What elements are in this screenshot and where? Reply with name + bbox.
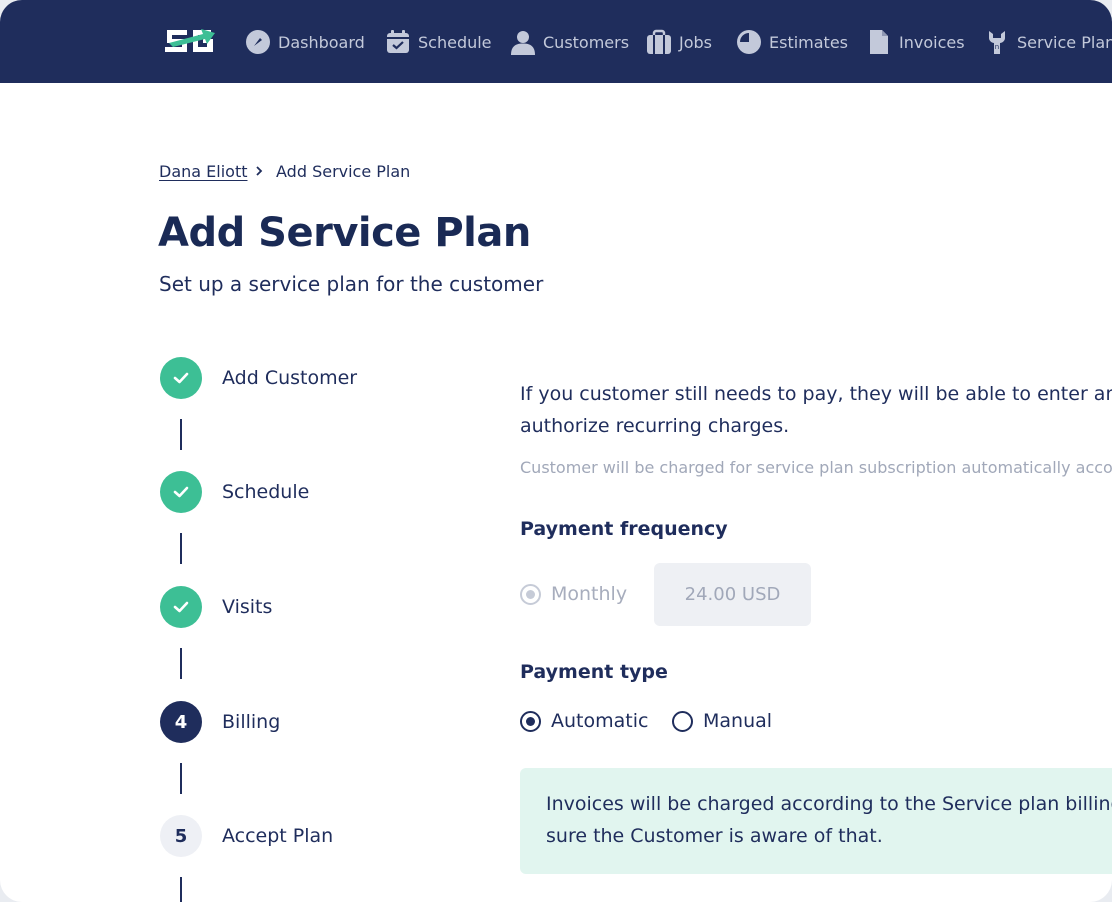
payment-frequency-title: Payment frequency — [520, 518, 728, 540]
step-number-badge: 4 — [160, 701, 202, 743]
step-label: Accept Plan — [222, 825, 334, 847]
nav-label-dashboard: Dashboard — [278, 32, 365, 52]
wrench-icon: n — [989, 31, 1005, 54]
billing-note: Customer will be charged for service pla… — [520, 458, 1112, 477]
nav-label-customers: Customers — [543, 32, 630, 52]
info-text: Invoices will be charged according to th… — [546, 788, 1112, 852]
nav-item-customers[interactable]: Customers — [510, 26, 629, 58]
document-icon — [870, 30, 888, 54]
info-line: Invoices will be charged according to th… — [546, 793, 1112, 815]
nav-label-jobs: Jobs — [679, 32, 712, 52]
step-label: Billing — [222, 711, 281, 733]
check-icon — [173, 486, 189, 498]
nav-item-jobs[interactable]: Jobs — [646, 26, 712, 58]
intro-line: authorize recurring charges. — [520, 415, 790, 437]
radio-label: Monthly — [551, 583, 628, 605]
payment-type-manual-radio[interactable]: Manual — [672, 710, 772, 732]
step-complete-badge — [160, 471, 202, 513]
nav-label-schedule: Schedule — [418, 32, 492, 52]
check-icon — [173, 372, 189, 384]
top-navigation-bar: Dashboard Schedule Customers Jobs Estima… — [0, 0, 1112, 83]
step-connector — [180, 877, 182, 902]
nav-item-dashboard[interactable]: Dashboard — [245, 26, 365, 58]
radio-unselected-icon — [672, 710, 693, 732]
amount-field[interactable]: 24.00 USD — [654, 563, 811, 626]
radio-label: Automatic — [551, 710, 649, 732]
check-icon — [173, 601, 189, 613]
step-connector — [180, 648, 182, 679]
pie-clock-icon — [737, 30, 761, 54]
step-add-customer[interactable]: Add Customer — [160, 357, 357, 399]
radio-selected-icon — [520, 710, 541, 732]
nav-item-schedule[interactable]: Schedule — [385, 26, 492, 58]
nav-item-invoices[interactable]: Invoices — [866, 26, 965, 58]
step-schedule[interactable]: Schedule — [160, 471, 309, 513]
step-connector — [180, 533, 182, 564]
chevron-right-icon — [256, 166, 263, 176]
nav-label-service-plans: Service Plans — [1017, 32, 1112, 52]
payment-type-automatic-radio[interactable]: Automatic — [520, 710, 648, 732]
step-connector — [180, 763, 182, 794]
page-title: Add Service Plan — [158, 210, 531, 256]
intro-line: If you customer still needs to pay, they… — [520, 383, 1112, 405]
step-number-badge: 5 — [160, 815, 202, 857]
step-label: Schedule — [222, 481, 310, 503]
step-visits[interactable]: Visits — [160, 586, 272, 628]
breadcrumb-current: Add Service Plan — [276, 162, 411, 181]
billing-intro-text: If you customer still needs to pay, they… — [520, 378, 1112, 442]
billing-info-callout: Invoices will be charged according to th… — [520, 768, 1112, 874]
breadcrumb-customer-link[interactable]: Dana Eliott — [159, 162, 248, 181]
info-line: sure the Customer is aware of that. — [546, 825, 883, 847]
app-window: Dashboard Schedule Customers Jobs Estima… — [0, 0, 1112, 902]
step-complete-badge — [160, 586, 202, 628]
step-billing[interactable]: 4 Billing — [160, 701, 280, 743]
nav-label-invoices: Invoices — [899, 32, 965, 52]
frequency-monthly-radio[interactable]: Monthly — [520, 583, 627, 605]
page-subtitle: Set up a service plan for the customer — [159, 272, 544, 296]
step-accept-plan[interactable]: 5 Accept Plan — [160, 815, 333, 857]
radio-label: Manual — [703, 710, 773, 732]
nav-label-estimates: Estimates — [769, 32, 849, 52]
briefcase-icon — [647, 29, 671, 54]
step-label: Visits — [222, 596, 273, 618]
step-complete-badge — [160, 357, 202, 399]
nav-item-estimates[interactable]: Estimates — [736, 26, 848, 58]
user-icon — [511, 31, 535, 55]
radio-selected-disabled-icon — [520, 583, 541, 605]
dashboard-gauge-icon — [246, 30, 270, 54]
calendar-check-icon — [387, 30, 409, 53]
app-logo-icon[interactable] — [163, 24, 221, 60]
payment-type-title: Payment type — [520, 661, 668, 683]
step-label: Add Customer — [222, 367, 358, 389]
step-connector — [180, 419, 182, 450]
svg-text:n: n — [995, 43, 999, 51]
nav-item-service-plans[interactable]: n Service Plans — [984, 26, 1112, 58]
